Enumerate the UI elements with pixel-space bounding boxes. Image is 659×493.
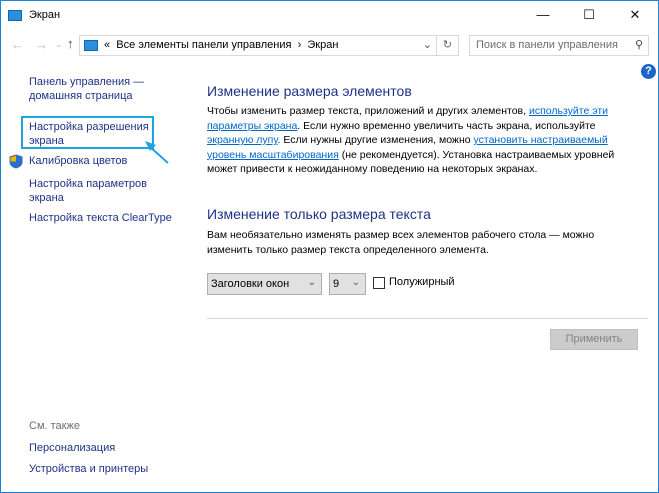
- sidebar-item-color-calibration[interactable]: Калибровка цветов: [29, 154, 127, 168]
- label: экрана: [29, 192, 64, 204]
- link[interactable]: экранную лупу: [207, 134, 278, 146]
- selected-value: 9: [333, 278, 340, 290]
- window-title: Экран: [29, 9, 61, 21]
- pointer-arrow-icon: [145, 141, 169, 164]
- text: . Если нужны другие изменения, можно: [277, 134, 474, 146]
- sidebar-item-personalization[interactable]: Персонализация: [29, 441, 115, 455]
- sidebar-item-home[interactable]: Панель управления — домашняя страница: [29, 75, 144, 103]
- display-icon: [84, 40, 98, 51]
- link[interactable]: уровень масштабирования: [207, 149, 339, 161]
- search-input[interactable]: Поиск в панели управления ⚲: [469, 35, 649, 56]
- text-line: изменить только размер текста определенн…: [207, 243, 489, 256]
- back-button[interactable]: ←: [11, 37, 24, 52]
- text: (не рекомендуется). Установка настраивае…: [338, 148, 615, 161]
- sidebar-item-cleartype[interactable]: Настройка текста ClearType: [29, 211, 172, 225]
- breadcrumb-all-items[interactable]: Все элементы панели управления: [116, 39, 291, 51]
- label: домашняя страница: [29, 90, 133, 102]
- text-line: параметры экрана. Если нужно временно ув…: [207, 119, 614, 134]
- selected-value: Заголовки окон: [211, 278, 290, 290]
- text-line: может привести к неожиданному поведению …: [207, 162, 614, 177]
- apply-button[interactable]: Применить: [550, 329, 638, 350]
- breadcrumb: « Все элементы панели управления › Экран: [104, 39, 338, 51]
- label: Калибровка цветов: [29, 155, 128, 167]
- link[interactable]: используйте эти: [529, 105, 608, 117]
- label: Настройка текста ClearType: [29, 212, 172, 224]
- forward-button[interactable]: →: [35, 37, 48, 52]
- help-icon[interactable]: ?: [641, 64, 656, 79]
- see-also-label: См. также: [29, 420, 80, 432]
- minimize-button[interactable]: —: [520, 1, 566, 31]
- bold-label[interactable]: Полужирный: [389, 276, 455, 288]
- breadcrumb-display[interactable]: Экран: [307, 39, 338, 51]
- text: может привести к неожиданному поведению …: [207, 163, 538, 175]
- search-placeholder: Поиск в панели управления: [476, 39, 618, 51]
- recent-dropdown-icon[interactable]: ⌄: [55, 39, 63, 50]
- maximize-button[interactable]: ☐: [566, 1, 612, 31]
- breadcrumb-overflow[interactable]: «: [104, 39, 110, 51]
- divider: [207, 318, 648, 319]
- label: Настройка разрешения: [29, 121, 149, 133]
- element-select[interactable]: Заголовки окон ⌄: [207, 273, 322, 295]
- text-line: Вам необязательно изменять размер всех э…: [207, 229, 595, 241]
- label: экрана: [29, 135, 64, 147]
- up-button[interactable]: ↑: [67, 36, 74, 51]
- bold-checkbox[interactable]: [373, 277, 385, 289]
- sidebar-item-display-settings[interactable]: Настройка параметров экрана: [29, 177, 147, 205]
- link[interactable]: параметры экрана: [207, 120, 297, 132]
- address-bar[interactable]: « Все элементы панели управления › Экран…: [79, 35, 459, 56]
- label: Настройка параметров: [29, 178, 147, 190]
- breadcrumb-separator[interactable]: ›: [298, 39, 302, 51]
- shield-icon: [9, 154, 23, 169]
- text-line: уровень масштабирования (не рекомендуетс…: [207, 148, 614, 163]
- refresh-button[interactable]: ↻: [436, 36, 458, 55]
- title-bar: Экран — ☐ ✕: [1, 1, 658, 31]
- display-icon: [8, 10, 22, 21]
- font-size-select[interactable]: 9 ⌄: [329, 273, 366, 295]
- section-title: Изменение размера элементов: [207, 83, 412, 99]
- sidebar-item-devices-printers[interactable]: Устройства и принтеры: [29, 462, 148, 476]
- window: Экран — ☐ ✕ ← → ⌄ ↑ « Все элементы панел…: [0, 0, 659, 493]
- chevron-down-icon: ⌄: [351, 277, 360, 288]
- section-description: Чтобы изменить размер текста, приложений…: [207, 104, 614, 177]
- link[interactable]: установить настраиваемый: [474, 134, 608, 146]
- text-line: экранную лупу. Если нужны другие изменен…: [207, 133, 614, 148]
- label: Панель управления —: [29, 76, 145, 88]
- text: . Если нужно временно увеличить часть эк…: [297, 119, 596, 132]
- search-icon[interactable]: ⚲: [635, 38, 643, 51]
- section-title: Изменение только размера текста: [207, 206, 431, 222]
- section-description: Вам необязательно изменять размер всех э…: [207, 228, 594, 257]
- text-line: Чтобы изменить размер текста, приложений…: [207, 104, 614, 119]
- chevron-down-icon[interactable]: ⌄: [423, 38, 432, 51]
- chevron-down-icon: ⌄: [307, 277, 316, 288]
- close-button[interactable]: ✕: [612, 1, 658, 31]
- text: Чтобы изменить размер текста, приложений…: [207, 105, 529, 117]
- sidebar-item-resolution[interactable]: Настройка разрешения экрана: [29, 120, 149, 148]
